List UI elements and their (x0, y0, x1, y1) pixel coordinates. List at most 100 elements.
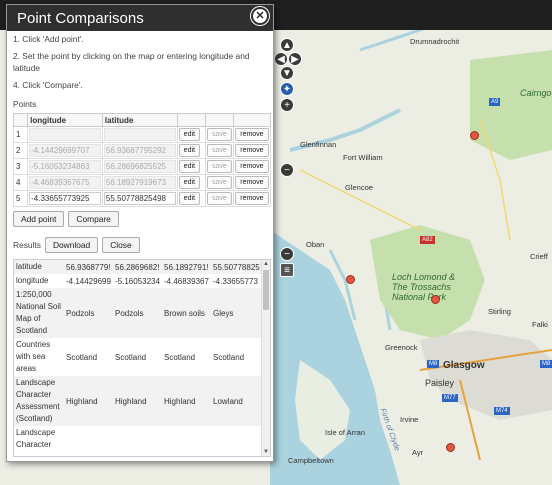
point-number: 1 (12, 126, 29, 143)
remove-button[interactable]: remove (235, 128, 269, 141)
result-value (211, 426, 262, 452)
place-label: Cairngo Natio (520, 88, 552, 98)
latitude-input[interactable] (103, 128, 176, 141)
latitude-cell: 56.18927919673 (101, 174, 178, 191)
latitude-cell (101, 126, 178, 143)
remove-cell: remove (233, 142, 271, 159)
result-value: 56.9368779! (64, 260, 113, 274)
save-button[interactable]: save (206, 144, 232, 157)
place-label: Campbeltown (288, 456, 334, 465)
latitude-cell: 55.50778825498 (101, 190, 178, 207)
edit-cell: edit (176, 126, 206, 143)
latitude-input[interactable]: 55.50778825498 (103, 192, 176, 205)
result-label: Landscape Character (16, 428, 56, 449)
place-label: Glasgow (443, 360, 485, 371)
edit-cell: edit (176, 142, 206, 159)
place-label: Falki (532, 320, 548, 329)
edit-button[interactable]: edit (178, 176, 200, 189)
latitude-input[interactable]: 56.93687795292 (103, 144, 176, 157)
longitude-input[interactable]: -4.14429699707 (29, 144, 101, 157)
longitude-input[interactable]: -4.33655773925 (29, 192, 101, 205)
compare-button[interactable]: Compare (68, 211, 119, 227)
longitude-cell: -4.33655773925 (27, 190, 103, 207)
point-marker[interactable] (446, 443, 455, 452)
pan-left-icon[interactable]: ◀ (274, 52, 288, 66)
result-value: 56.2869682! (113, 260, 162, 274)
edit-button[interactable]: edit (178, 160, 200, 173)
remove-cell: remove (233, 174, 271, 191)
result-value: Highland (162, 376, 211, 426)
instructions: 1. Click 'Add point'. 2. Set the point b… (7, 31, 273, 91)
road-badge: A82 (420, 236, 435, 244)
point-marker[interactable] (346, 275, 355, 284)
remove-button[interactable]: remove (235, 160, 269, 173)
scroll-thumb[interactable] (263, 270, 269, 310)
result-row: latitude 56.9368779! 56.2869682! 56.1892791… (14, 260, 262, 274)
longitude-input[interactable]: -5.16053234863 (29, 160, 101, 173)
point-marker[interactable] (431, 295, 440, 304)
result-row: 1:250,000 National Soil Map of Scotland P… (14, 288, 262, 338)
edit-button[interactable]: edit (178, 128, 200, 141)
longitude-cell (27, 126, 103, 143)
point-row: 5 -4.33655773925 55.50778825498 edit save rem… (12, 190, 271, 207)
download-button[interactable]: Download (44, 237, 99, 253)
point-marker[interactable] (470, 131, 479, 140)
save-button[interactable]: save (206, 192, 232, 205)
scroll-down-icon[interactable]: ▼ (263, 448, 269, 456)
place-label: Irvine (400, 415, 419, 424)
result-value: Lowland (211, 376, 262, 426)
save-button[interactable]: save (206, 176, 232, 189)
remove-button[interactable]: remove (235, 144, 269, 157)
edit-cell: edit (176, 158, 206, 175)
zoom-out-icon[interactable]: − (280, 247, 294, 261)
place-label: Fort William (343, 153, 383, 162)
result-row: Landscape Character Assessment (Scotland… (14, 376, 262, 426)
latitude-input[interactable]: 56.28696825525 (103, 160, 176, 173)
longitude-input[interactable]: -4.46839367675 (29, 176, 101, 189)
instruction-step: 1. Click 'Add point'. (13, 34, 84, 44)
remove-button[interactable]: remove (235, 176, 269, 189)
result-label: latitude (14, 260, 64, 274)
point-row: 1 edit save remove (12, 126, 271, 143)
scroll-up-icon[interactable]: ▲ (263, 260, 269, 268)
place-label: Stirling (488, 307, 511, 316)
road-badge: M8 (540, 360, 552, 368)
dialog-header[interactable]: Point Comparisons (7, 5, 273, 31)
result-value: -4.14429699 (66, 276, 111, 286)
zoom-level-icon[interactable]: − (280, 163, 294, 177)
place-label: Ayr (412, 448, 424, 457)
results-panel[interactable]: latitude 56.9368779! 56.2869682! 56.1892791… (13, 259, 271, 457)
results-scrollbar[interactable]: ▲ ▼ (261, 260, 270, 456)
edit-button[interactable]: edit (178, 192, 200, 205)
zoom-in-icon[interactable]: + (280, 98, 294, 112)
close-button[interactable]: Close (102, 237, 140, 253)
close-icon[interactable]: ✕ (251, 7, 269, 25)
layers-icon[interactable]: ≡ (280, 263, 294, 277)
longitude-cell: -5.16053234863 (27, 158, 103, 175)
road-badge: M74 (494, 407, 510, 415)
add-point-button[interactable]: Add point (13, 211, 65, 227)
save-button[interactable]: save (206, 128, 232, 141)
pan-down-icon[interactable]: ▼ (280, 66, 294, 80)
result-value: Highland (64, 376, 113, 426)
longitude-cell: -4.46839367675 (27, 174, 103, 191)
save-cell: save (204, 126, 235, 143)
edit-button[interactable]: edit (178, 144, 200, 157)
result-value: Scotland (164, 352, 196, 362)
result-value (162, 426, 211, 452)
points-label: Points (13, 99, 37, 109)
pan-right-icon[interactable]: ▶ (288, 52, 302, 66)
latitude-cell: 56.28696825525 (101, 158, 178, 175)
pan-up-icon[interactable]: ▲ (280, 38, 294, 52)
column-header (176, 113, 206, 127)
latitude-input[interactable]: 56.18927919673 (103, 176, 176, 189)
result-value: Podzols (113, 288, 162, 338)
road-badge: M77 (442, 394, 458, 402)
point-row: 3 -5.16053234863 56.28696825525 edit save rem… (12, 158, 271, 175)
save-button[interactable]: save (206, 160, 232, 173)
globe-icon[interactable]: ✦ (280, 82, 294, 96)
remove-button[interactable]: remove (235, 192, 269, 205)
instruction-step: 2. Set the point by clicking on the map … (13, 50, 250, 74)
longitude-input[interactable] (29, 128, 101, 141)
place-label: Paisley (425, 378, 455, 388)
